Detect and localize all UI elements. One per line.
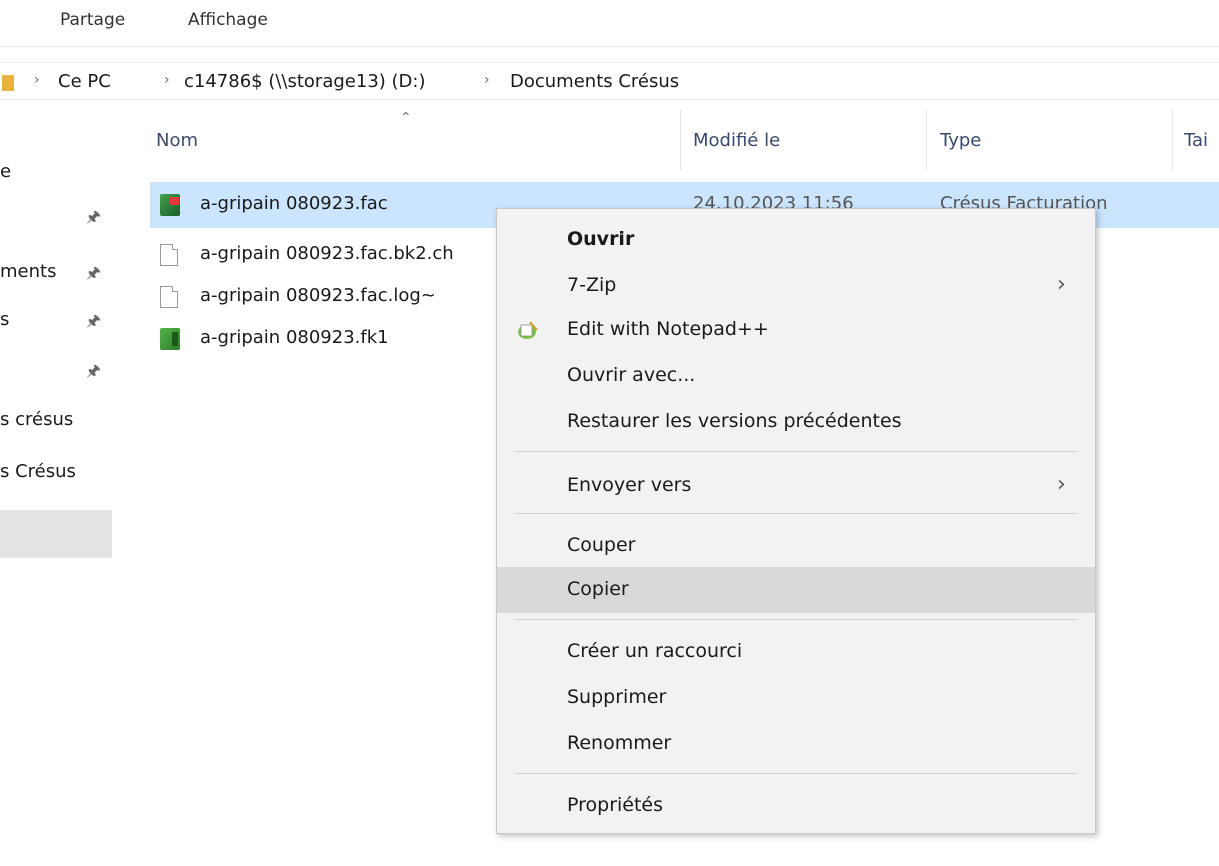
sort-ascending-icon: ⌃ [400, 110, 412, 126]
nav-item-label: s crésus [0, 409, 74, 430]
chevron-right-icon: › [1057, 472, 1066, 497]
menu-separator [515, 513, 1077, 514]
tab-partage[interactable]: Partage [60, 10, 125, 30]
menu-item-label: Edit with Notepad++ [567, 318, 769, 340]
column-header-type[interactable]: Type [940, 130, 981, 151]
breadcrumb-drive[interactable]: c14786$ (\\storage13) (D:) [184, 71, 425, 92]
menu-item-label: Restaurer les versions précédentes [567, 410, 902, 432]
nav-item[interactable]: s 🖈 [0, 304, 118, 340]
nav-item-cresus[interactable]: s crésus [0, 404, 118, 440]
chevron-right-icon: › [1057, 272, 1066, 297]
file-name: a-gripain 080923.fac.bk2.ch [200, 243, 454, 264]
nav-item-label: s Crésus [0, 461, 76, 482]
breadcrumb-documents-cresus[interactable]: Documents Crésus [510, 71, 679, 92]
menu-item-label: Renommer [567, 732, 672, 754]
pin-icon[interactable]: 🖈 [86, 360, 101, 387]
ribbon: Partage Affichage [0, 0, 1219, 47]
folder-icon [2, 75, 14, 91]
column-header-name[interactable]: Nom [156, 130, 198, 151]
menu-item-label: Supprimer [567, 686, 667, 708]
navigation-pane: e 🖈 ments 🖈 s 🖈 🖈 s crésus s Crésus [0, 100, 118, 866]
menu-item-rename[interactable]: Renommer [497, 721, 1095, 767]
cresus-fac-icon [160, 194, 180, 216]
menu-item-label: Créer un raccourci [567, 640, 743, 662]
tab-affichage[interactable]: Affichage [188, 10, 268, 30]
menu-separator [515, 619, 1077, 620]
file-name: a-gripain 080923.fk1 [200, 327, 389, 348]
menu-item-send-to[interactable]: Envoyer vers › [497, 463, 1095, 509]
file-name: a-gripain 080923.fac.log~ [200, 285, 436, 306]
notepad-plus-plus-icon [518, 321, 538, 339]
menu-item-label: Couper [567, 534, 636, 556]
chevron-right-icon[interactable]: › [164, 72, 170, 88]
menu-item-7zip[interactable]: 7-Zip › [497, 263, 1095, 309]
chevron-right-icon[interactable]: › [484, 72, 490, 88]
menu-item-create-shortcut[interactable]: Créer un raccourci [497, 629, 1095, 675]
menu-separator [515, 773, 1077, 774]
context-menu: Ouvrir 7-Zip › Edit with Notepad++ Ouvri… [496, 208, 1096, 834]
column-divider[interactable] [680, 110, 681, 170]
column-divider[interactable] [1172, 110, 1173, 170]
blank-file-icon [160, 286, 178, 308]
column-header-modified[interactable]: Modifié le [693, 130, 780, 151]
menu-item-edit-notepad[interactable]: Edit with Notepad++ [497, 307, 1095, 353]
column-divider[interactable] [926, 110, 927, 170]
nav-item[interactable]: 🖈 [0, 354, 118, 390]
menu-item-restore-versions[interactable]: Restaurer les versions précédentes [497, 399, 1095, 445]
menu-item-copy[interactable]: Copier [497, 567, 1095, 613]
menu-item-open[interactable]: Ouvrir [497, 217, 1095, 263]
nav-item-label: e [0, 161, 12, 182]
blank-file-icon [160, 244, 178, 266]
menu-item-label: Copier [567, 578, 629, 600]
menu-item-cut[interactable]: Couper [497, 523, 1095, 569]
pin-icon[interactable]: 🖈 [86, 262, 101, 289]
pin-icon[interactable]: 🖈 [86, 206, 101, 233]
menu-separator [515, 451, 1077, 452]
menu-item-label: Ouvrir avec... [567, 364, 696, 386]
nav-item-documents[interactable]: ments 🖈 [0, 256, 118, 292]
menu-item-label: Envoyer vers [567, 474, 692, 496]
breadcrumb-ce-pc[interactable]: Ce PC [58, 71, 111, 92]
column-header-size[interactable]: Tai [1184, 130, 1208, 151]
pin-icon[interactable]: 🖈 [86, 310, 101, 337]
menu-item-open-with[interactable]: Ouvrir avec... [497, 353, 1095, 399]
menu-item-delete[interactable]: Supprimer [497, 675, 1095, 721]
nav-item[interactable]: e [0, 156, 118, 192]
nav-item-selected[interactable] [0, 510, 112, 558]
cresus-fk1-icon [160, 328, 180, 350]
nav-item[interactable]: 🖈 [0, 200, 118, 236]
menu-item-label: Propriétés [567, 794, 664, 816]
menu-item-properties[interactable]: Propriétés [497, 783, 1095, 829]
address-bar[interactable]: › Ce PC › c14786$ (\\storage13) (D:) › D… [0, 62, 1219, 100]
nav-item-label: s [0, 309, 10, 330]
nav-item-label: ments [0, 261, 57, 282]
nav-item-documents-cresus[interactable]: s Crésus [0, 456, 118, 492]
menu-item-label: Ouvrir [567, 228, 635, 250]
file-name: a-gripain 080923.fac [200, 193, 388, 214]
chevron-right-icon[interactable]: › [34, 72, 40, 88]
menu-item-label: 7-Zip [567, 274, 617, 296]
